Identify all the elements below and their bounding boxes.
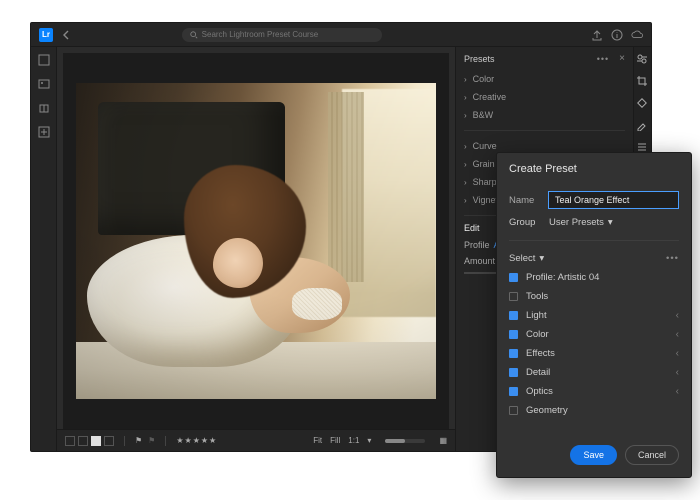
- search-icon: [190, 31, 198, 39]
- close-icon[interactable]: ×: [619, 53, 625, 64]
- preset-option[interactable]: Geometry: [509, 401, 679, 420]
- preset-option-label: Effects: [526, 348, 555, 359]
- home-icon[interactable]: [37, 53, 51, 67]
- chevron-left-icon[interactable]: ‹: [676, 386, 679, 397]
- edit-title: Edit: [464, 223, 480, 233]
- group-value: User Presets: [549, 217, 604, 228]
- checkbox[interactable]: [509, 330, 518, 339]
- chevron-right-icon: ›: [464, 196, 467, 205]
- grid-toggle-icon[interactable]: ▦: [439, 436, 447, 445]
- group-label: Group: [509, 217, 545, 228]
- chevron-right-icon: ›: [464, 178, 467, 187]
- chevron-right-icon: ›: [464, 160, 467, 169]
- chevron-right-icon: ›: [464, 111, 467, 120]
- chevron-right-icon: ›: [464, 75, 467, 84]
- fill-label[interactable]: Fill: [330, 436, 340, 445]
- top-bar: Lr: [31, 23, 651, 47]
- checkbox[interactable]: [509, 273, 518, 282]
- preset-option[interactable]: Profile: Artistic 04: [509, 268, 679, 287]
- chevron-right-icon: ›: [464, 93, 467, 102]
- cloud-icon[interactable]: [631, 29, 643, 41]
- checkbox[interactable]: [509, 387, 518, 396]
- checkbox[interactable]: [509, 368, 518, 377]
- dialog-title: Create Preset: [497, 153, 691, 183]
- dialog-footer: Save Cancel: [497, 435, 691, 477]
- learn-icon[interactable]: [37, 101, 51, 115]
- preset-option[interactable]: Effects ‹: [509, 344, 679, 363]
- back-icon[interactable]: [61, 29, 73, 41]
- profile-label: Profile: [464, 240, 490, 250]
- preset-group-label: B&W: [473, 110, 494, 120]
- brush-tool-icon[interactable]: [636, 119, 650, 133]
- select-label: Select: [509, 253, 535, 264]
- checkbox[interactable]: [509, 311, 518, 320]
- preset-option[interactable]: Color ‹: [509, 325, 679, 344]
- rating-stars[interactable]: ★★★★★: [176, 436, 217, 445]
- chevron-left-icon[interactable]: ‹: [676, 329, 679, 340]
- bottom-progress: [385, 439, 425, 443]
- cancel-button[interactable]: Cancel: [625, 445, 679, 465]
- preset-option-label: Optics: [526, 386, 553, 397]
- checkbox[interactable]: [509, 406, 518, 415]
- presets-more-icon[interactable]: •••: [597, 54, 609, 64]
- preset-group-label: Creative: [473, 92, 507, 102]
- app-logo: Lr: [39, 28, 53, 42]
- chevron-down-icon[interactable]: ▾: [608, 217, 613, 228]
- checkbox[interactable]: [509, 349, 518, 358]
- presets-title: Presets: [464, 54, 495, 64]
- chevron-left-icon[interactable]: ‹: [676, 310, 679, 321]
- preset-option[interactable]: Optics ‹: [509, 382, 679, 401]
- preset-group[interactable]: › B&W: [464, 106, 625, 124]
- amount-label: Amount: [464, 256, 495, 266]
- zoom-ratio[interactable]: 1:1: [348, 436, 359, 445]
- photo-preview: [76, 83, 436, 399]
- search-box[interactable]: [182, 28, 382, 42]
- presets-header: Presets ••• ×: [464, 53, 625, 64]
- name-label: Name: [509, 195, 540, 206]
- preset-option-label: Tools: [526, 291, 548, 302]
- preset-option[interactable]: Tools: [509, 287, 679, 306]
- preset-option-label: Light: [526, 310, 547, 321]
- preset-group-label: Grain: [473, 159, 495, 169]
- preset-group-label: Curve: [473, 141, 497, 151]
- edit-tool-icon[interactable]: [636, 53, 650, 67]
- info-icon[interactable]: [611, 29, 623, 41]
- crop-tool-icon[interactable]: [636, 75, 650, 89]
- preset-option-label: Profile: Artistic 04: [526, 272, 599, 283]
- preset-option-label: Detail: [526, 367, 550, 378]
- chevron-left-icon[interactable]: ‹: [676, 367, 679, 378]
- preset-group-row[interactable]: Group User Presets ▾: [509, 213, 679, 232]
- search-input[interactable]: [202, 30, 374, 39]
- preset-group-label: Color: [473, 74, 495, 84]
- left-rail: [31, 47, 57, 451]
- add-icon[interactable]: [37, 125, 51, 139]
- bottom-bar: ⚑ ⚑ ★★★★★ Fit Fill 1:1 ▾ ▦: [57, 429, 455, 451]
- create-preset-dialog: Create Preset Name Group User Presets ▾ …: [496, 152, 692, 478]
- view-modes[interactable]: [65, 436, 114, 446]
- flag-icon[interactable]: ⚑: [135, 436, 142, 445]
- reject-icon[interactable]: ⚑: [148, 436, 155, 445]
- center-area: ⚑ ⚑ ★★★★★ Fit Fill 1:1 ▾ ▦: [57, 47, 455, 451]
- checkbox[interactable]: [509, 292, 518, 301]
- preset-option[interactable]: Light ‹: [509, 306, 679, 325]
- share-icon[interactable]: [591, 29, 603, 41]
- select-more-icon[interactable]: •••: [666, 253, 679, 264]
- heal-tool-icon[interactable]: [636, 97, 650, 111]
- preset-option-label: Color: [526, 329, 549, 340]
- preset-option[interactable]: Detail ‹: [509, 363, 679, 382]
- preset-group[interactable]: › Color: [464, 70, 625, 88]
- chevron-down-icon[interactable]: ▾: [539, 253, 544, 264]
- fit-label[interactable]: Fit: [313, 436, 322, 445]
- preset-option-label: Geometry: [526, 405, 568, 416]
- chevron-left-icon[interactable]: ‹: [676, 348, 679, 359]
- chevron-down-icon[interactable]: ▾: [367, 436, 371, 445]
- chevron-right-icon: ›: [464, 142, 467, 151]
- preset-name-row: Name: [509, 187, 679, 213]
- image-canvas[interactable]: [63, 53, 449, 429]
- save-button[interactable]: Save: [570, 445, 617, 465]
- select-row[interactable]: Select ▾ •••: [509, 249, 679, 268]
- preset-group[interactable]: › Creative: [464, 88, 625, 106]
- preset-name-input[interactable]: [548, 191, 679, 209]
- photos-icon[interactable]: [37, 77, 51, 91]
